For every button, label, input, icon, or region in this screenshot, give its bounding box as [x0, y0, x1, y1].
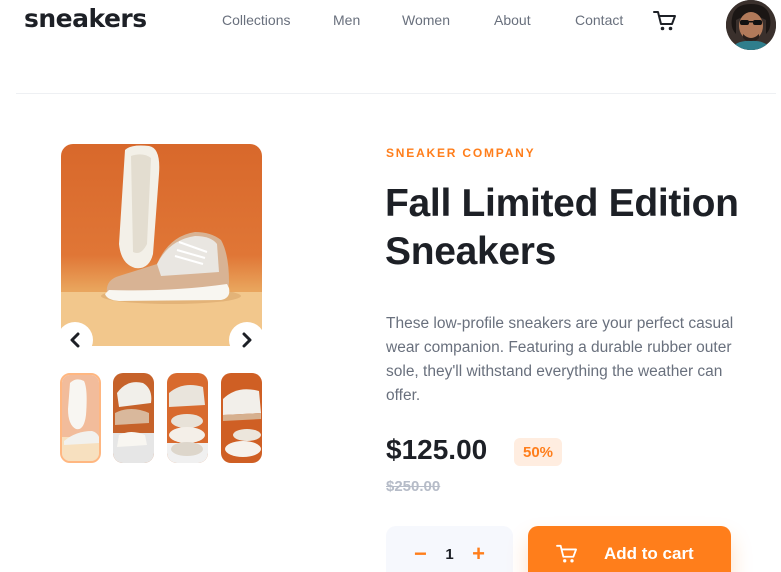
next-image-button[interactable] [229, 322, 265, 358]
nav-link-collections[interactable]: Collections [222, 12, 290, 28]
add-to-cart-label: Add to cart [604, 544, 694, 563]
previous-image-button[interactable] [57, 322, 93, 358]
company-label: SNEAKER COMPANY [386, 146, 536, 160]
brand-logo[interactable]: sneakers [24, 4, 147, 33]
add-to-cart-button[interactable]: Add to cart [528, 526, 731, 572]
nav-link-about[interactable]: About [494, 12, 531, 28]
thumbnail-3[interactable] [167, 373, 208, 463]
nav-link-women[interactable]: Women [402, 12, 450, 28]
increment-button[interactable]: + [472, 543, 485, 565]
product-main-image[interactable] [61, 144, 262, 346]
chevron-right-icon [242, 332, 252, 348]
thumbnail-4[interactable] [221, 373, 262, 463]
quantity-stepper: − 1 + [386, 526, 513, 572]
thumbnail-1[interactable] [60, 373, 101, 463]
chevron-left-icon [70, 332, 80, 348]
nav-link-men[interactable]: Men [333, 12, 360, 28]
discount-badge: 50% [514, 438, 562, 466]
header-divider [16, 93, 776, 94]
original-price: $250.00 [386, 478, 441, 495]
cart-icon [556, 544, 577, 563]
quantity-value: 1 [445, 545, 454, 563]
product-description: These low-profile sneakers are your perf… [386, 315, 734, 404]
thumbnail-2[interactable] [113, 373, 154, 463]
cart-icon[interactable] [653, 10, 677, 32]
product-title: Fall Limited Edition Sneakers [385, 182, 739, 273]
avatar[interactable] [726, 0, 776, 50]
nav-link-contact[interactable]: Contact [575, 12, 623, 28]
decrement-button[interactable]: − [414, 543, 427, 565]
current-price: $125.00 [386, 434, 488, 465]
